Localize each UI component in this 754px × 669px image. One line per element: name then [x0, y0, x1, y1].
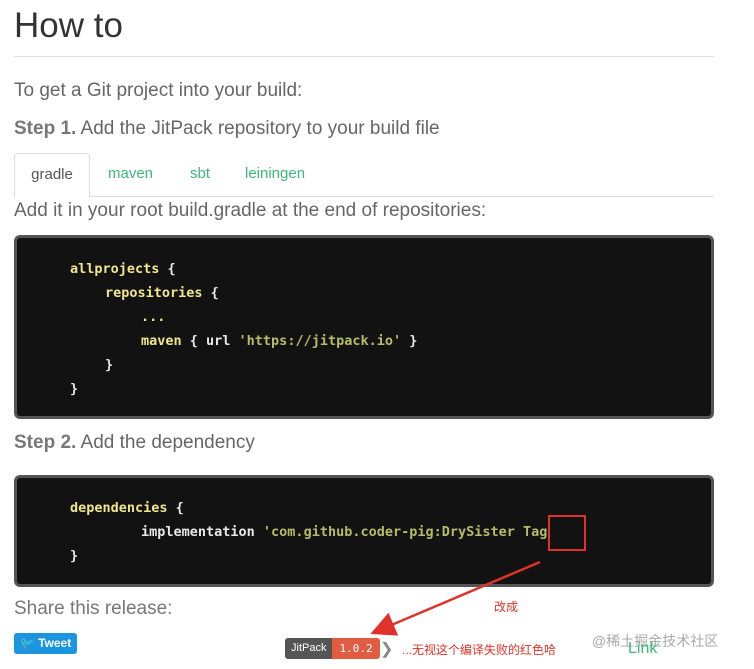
link-text[interactable]: Link [628, 640, 657, 658]
annotation-arrow [370, 560, 541, 636]
